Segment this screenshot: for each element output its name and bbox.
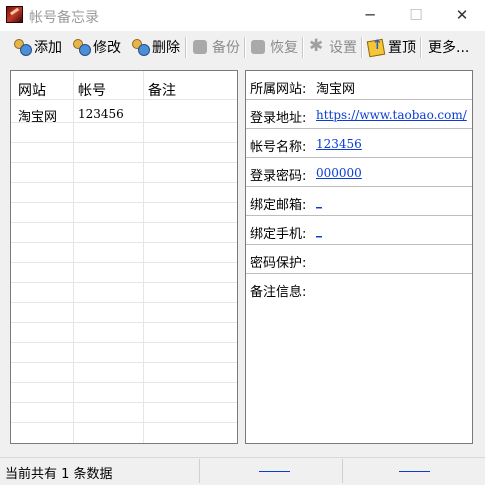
detail-label: 绑定手机: <box>250 227 307 242</box>
app-icon <box>6 6 23 23</box>
restore-icon <box>249 38 267 56</box>
row-divider <box>11 382 237 383</box>
row-divider <box>11 342 237 343</box>
restore-button-label: 恢复 <box>270 40 298 56</box>
detail-row-notes: 备注信息: <box>246 274 472 303</box>
detail-row-site: 所属网站: 淘宝网 <box>246 71 472 100</box>
email-link[interactable]: _ <box>316 195 322 209</box>
more-button[interactable]: 更多... <box>428 34 469 60</box>
row-divider <box>11 242 237 243</box>
detail-row-account: 帐号名称: 123456 <box>246 129 472 158</box>
pin-top-icon <box>367 38 385 56</box>
detail-label: 绑定邮箱: <box>250 198 307 213</box>
window-title: 帐号备忘录 <box>29 10 99 26</box>
row-divider <box>11 142 237 143</box>
close-button[interactable]: ✕ <box>439 0 485 31</box>
settings-button-label: 设置 <box>329 40 357 56</box>
column-header-site[interactable]: 网站 <box>18 80 46 100</box>
status-bar: 当前共有 1 条数据 <box>0 457 485 485</box>
column-divider <box>73 71 74 443</box>
account-list[interactable]: 网站 帐号 备注 淘宝网 123456 <box>10 70 238 444</box>
account-link[interactable]: 123456 <box>316 137 362 151</box>
row-divider <box>11 282 237 283</box>
toolbar-separator <box>361 37 363 58</box>
edit-user-icon <box>72 38 91 56</box>
edit-button[interactable]: 修改 <box>72 34 121 60</box>
cell-site: 淘宝网 <box>18 110 58 125</box>
status-link[interactable] <box>259 471 290 472</box>
detail-label: 备注信息: <box>250 285 307 300</box>
toolbar-separator <box>185 37 187 58</box>
detail-row-url: 登录地址: https://www.taobao.com/ <box>246 100 472 129</box>
delete-user-icon <box>131 38 150 56</box>
record-count: 当前共有 1 条数据 <box>5 467 113 482</box>
row-divider <box>11 422 237 423</box>
edit-button-label: 修改 <box>93 40 121 56</box>
row-divider <box>11 402 237 403</box>
detail-value: 淘宝网 <box>316 82 356 97</box>
settings-button[interactable]: 设置 <box>308 34 357 60</box>
status-divider <box>342 459 343 483</box>
backup-button-label: 备份 <box>212 40 240 56</box>
column-header-note[interactable]: 备注 <box>148 80 176 100</box>
more-button-label: 更多... <box>428 40 470 56</box>
column-divider <box>143 71 144 443</box>
row-divider <box>11 162 237 163</box>
backup-button[interactable]: 备份 <box>191 34 240 60</box>
maximize-button[interactable]: ☐ <box>393 0 439 31</box>
row-divider <box>11 362 237 363</box>
details-panel: 所属网站: 淘宝网 登录地址: https://www.taobao.com/ … <box>245 70 473 444</box>
gear-icon <box>308 36 326 56</box>
detail-label: 密码保护: <box>250 256 307 271</box>
url-link[interactable]: https://www.taobao.com/ <box>316 108 467 122</box>
phone-link[interactable]: _ <box>316 224 322 238</box>
toolbar-separator <box>244 37 246 58</box>
pin-top-button[interactable]: 置顶 <box>367 34 416 60</box>
add-button[interactable]: 添加 <box>13 34 62 60</box>
detail-row-email: 绑定邮箱: _ <box>246 187 472 216</box>
minimize-button[interactable]: ─ <box>347 0 393 31</box>
row-divider <box>11 222 237 223</box>
toolbar: 添加 修改 删除 备份 恢复 设置 置顶 更多... <box>0 32 485 62</box>
cell-account: 123456 <box>78 107 124 121</box>
row-divider <box>11 182 237 183</box>
password-link[interactable]: 000000 <box>316 166 362 180</box>
detail-row-password: 登录密码: 000000 <box>246 158 472 187</box>
detail-label: 登录地址: <box>250 111 307 126</box>
delete-button[interactable]: 删除 <box>131 34 180 60</box>
add-button-label: 添加 <box>34 40 62 56</box>
restore-button[interactable]: 恢复 <box>249 34 298 60</box>
add-user-icon <box>13 38 32 56</box>
toolbar-separator <box>420 37 422 58</box>
column-header-account[interactable]: 帐号 <box>78 80 106 100</box>
detail-row-protection: 密码保护: <box>246 245 472 274</box>
row-divider <box>11 202 237 203</box>
status-link[interactable] <box>399 471 430 472</box>
backup-icon <box>191 38 209 56</box>
delete-button-label: 删除 <box>152 40 180 56</box>
row-divider <box>11 302 237 303</box>
pin-top-button-label: 置顶 <box>388 40 416 56</box>
detail-label: 所属网站: <box>250 82 307 97</box>
detail-row-phone: 绑定手机: _ <box>246 216 472 245</box>
status-divider <box>199 459 200 483</box>
toolbar-separator <box>302 37 304 58</box>
detail-label: 登录密码: <box>250 169 307 184</box>
detail-label: 帐号名称: <box>250 140 307 155</box>
row-divider <box>11 322 237 323</box>
row-divider <box>11 262 237 263</box>
title-bar: 帐号备忘录 ─ ☐ ✕ <box>0 0 485 31</box>
